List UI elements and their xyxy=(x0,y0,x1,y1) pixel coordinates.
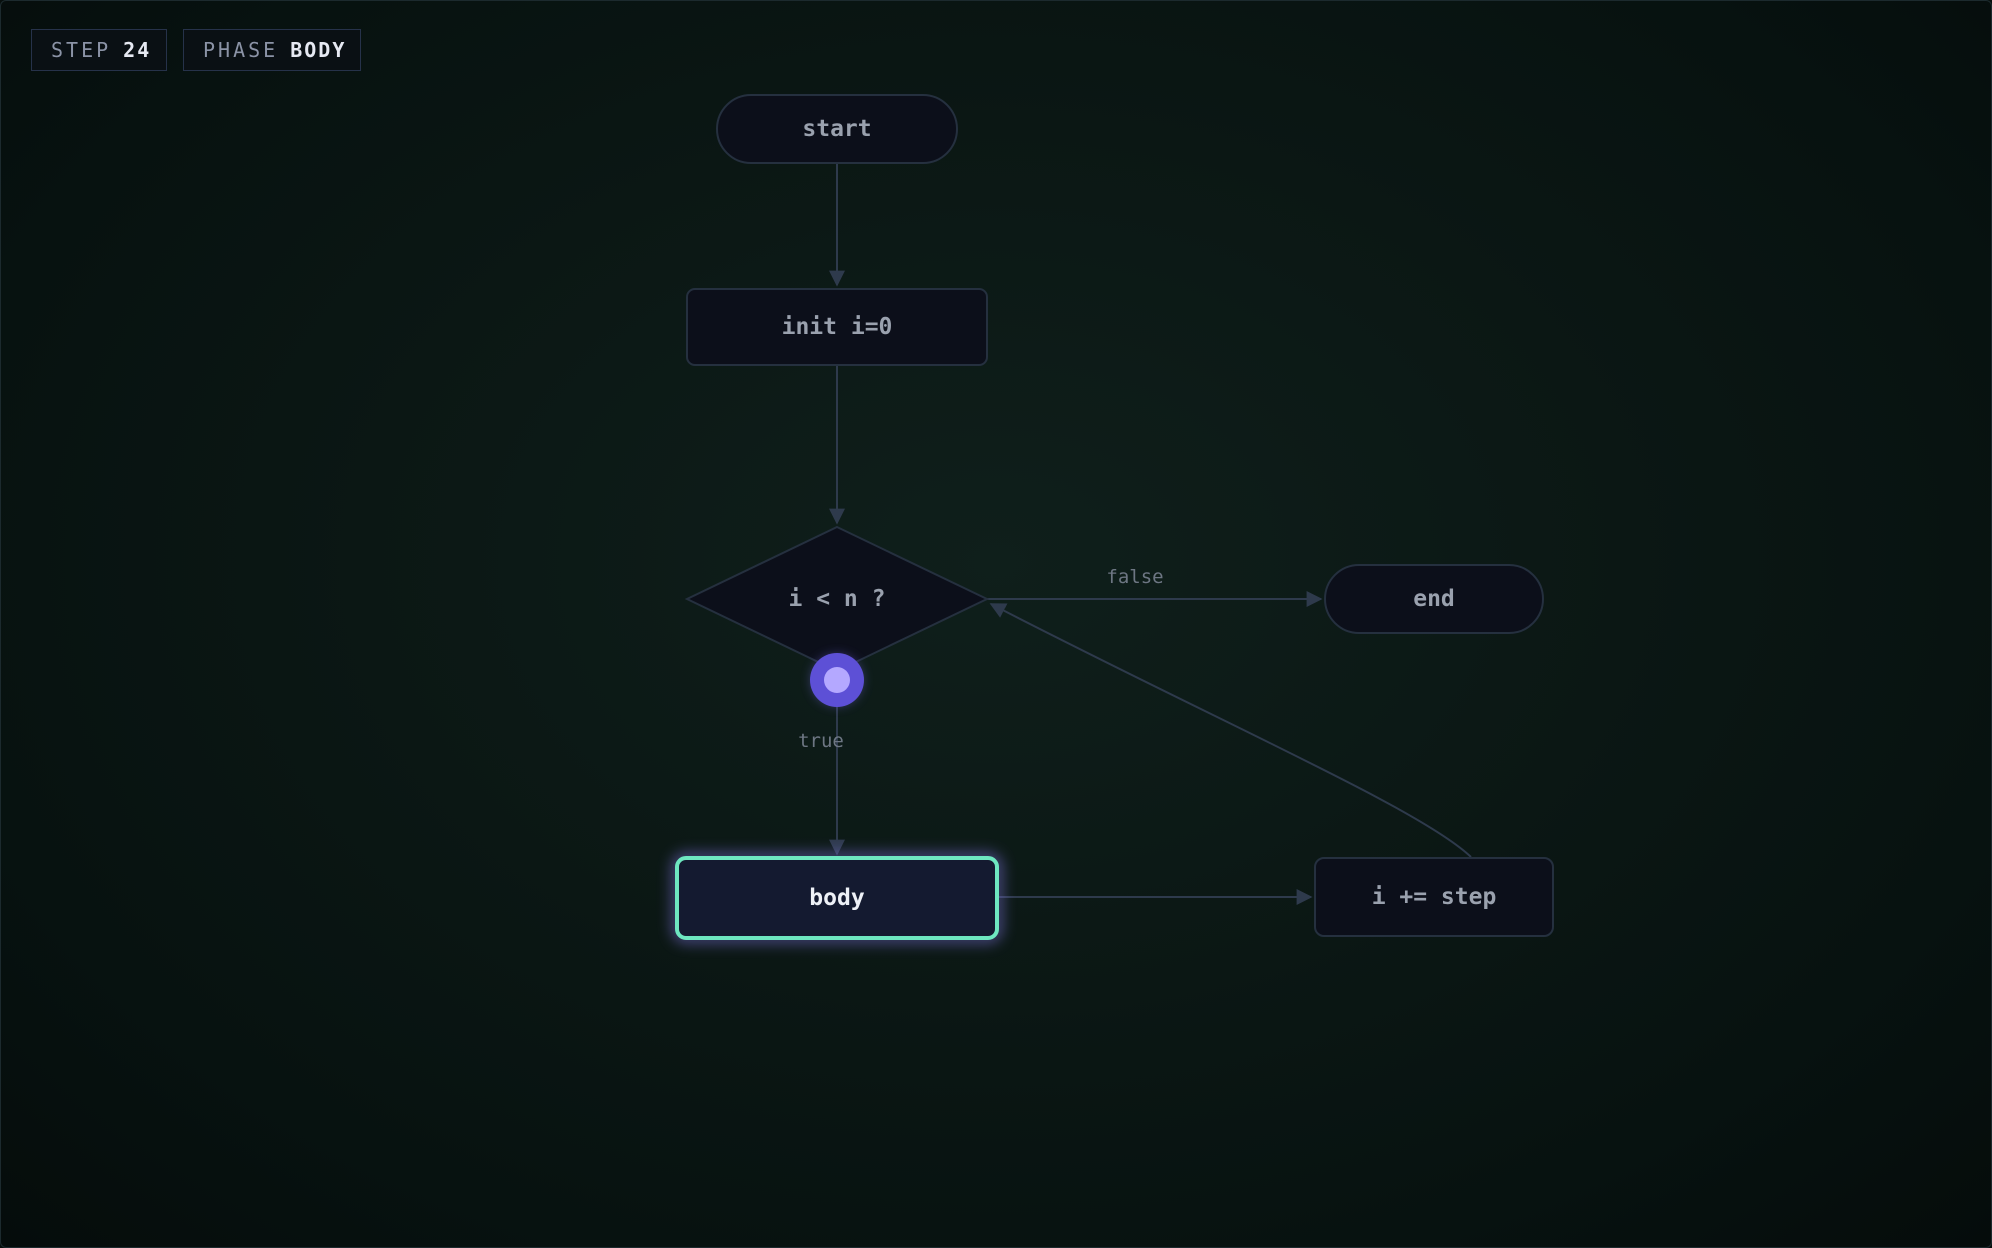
execution-token xyxy=(810,653,864,707)
node-end-label: end xyxy=(1413,586,1455,612)
edge-label-false: false xyxy=(1106,566,1163,588)
edge-label-true: true xyxy=(798,730,844,752)
execution-token-core xyxy=(824,667,850,693)
node-increment: i += step xyxy=(1314,857,1554,937)
node-condition: i < n ? xyxy=(684,525,990,673)
node-init: init i=0 xyxy=(686,288,988,366)
flowchart-svg: false true start init i=0 i < n ? end bo… xyxy=(672,94,1554,943)
node-condition-label: i < n ? xyxy=(789,586,886,612)
node-body: body xyxy=(672,853,1002,943)
node-body-label: body xyxy=(809,885,865,911)
node-end: end xyxy=(1324,564,1544,634)
node-start: start xyxy=(716,94,958,164)
flowchart-canvas: STEP 24 PHASE BODY false true start init… xyxy=(0,0,1992,1248)
edge-increment-condition xyxy=(989,603,1472,858)
node-start-label: start xyxy=(802,116,871,142)
node-increment-label: i += step xyxy=(1372,884,1497,910)
node-init-label: init i=0 xyxy=(782,314,893,340)
